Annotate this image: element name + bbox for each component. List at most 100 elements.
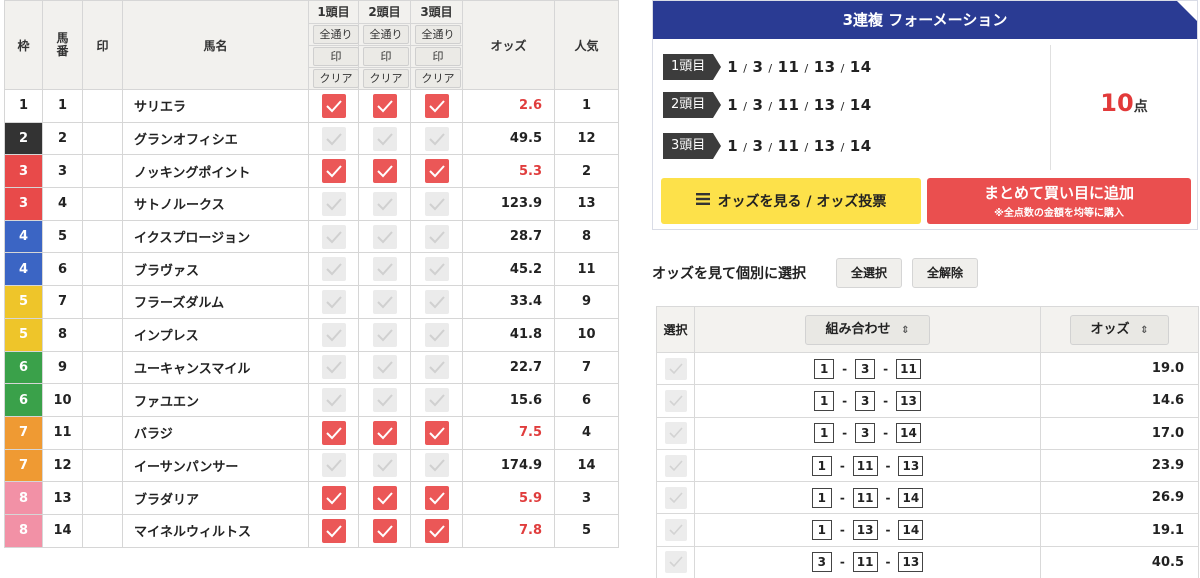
mark-cell[interactable] <box>82 252 123 287</box>
mark-cell[interactable] <box>82 383 123 417</box>
col2-clear-button[interactable]: クリア <box>363 69 409 88</box>
formation-separator: / <box>840 141 845 154</box>
combo-num-2: 13 <box>852 520 878 541</box>
pick-checkbox-1[interactable] <box>321 93 346 118</box>
pick-checkbox-2[interactable] <box>372 159 397 184</box>
header-name: 馬名 <box>122 0 309 90</box>
col2-mark-button[interactable]: 印 <box>363 47 409 66</box>
col1-clear-button[interactable]: クリア <box>313 69 359 88</box>
pick-checkbox-3[interactable] <box>424 126 449 151</box>
pick-checkbox-1[interactable] <box>321 126 346 151</box>
combination-cell: 1-11-13 <box>694 448 1041 483</box>
pick-checkbox-1[interactable] <box>321 224 346 249</box>
pick-checkbox-3[interactable] <box>424 191 449 216</box>
pick-checkbox-3[interactable] <box>424 322 449 347</box>
pick-checkbox-2[interactable] <box>372 486 397 511</box>
checkbox-cell <box>308 187 359 221</box>
header-col3-clear-cell: クリア <box>410 67 463 90</box>
col3-clear-button[interactable]: クリア <box>415 69 461 88</box>
pick-checkbox-2[interactable] <box>372 191 397 216</box>
mark-cell[interactable] <box>82 121 123 156</box>
mark-cell[interactable] <box>82 415 123 450</box>
combo-checkbox[interactable] <box>664 422 687 445</box>
pick-checkbox-2[interactable] <box>372 257 397 282</box>
add-to-cart-button[interactable]: まとめて買い目に追加 ※全点数の金額を均等に購入 <box>927 178 1191 224</box>
pick-checkbox-2[interactable] <box>372 453 397 478</box>
view-odds-button[interactable]: オッズを見る / オッズ投票 <box>661 178 921 224</box>
mark-cell[interactable] <box>82 219 123 254</box>
horse-name: マイネルウィルトス <box>122 513 309 548</box>
header-odds: オッズ <box>462 0 555 90</box>
combo-checkbox[interactable] <box>664 357 687 380</box>
pick-checkbox-3[interactable] <box>424 486 449 511</box>
mark-cell[interactable] <box>82 154 123 189</box>
formation-separator: / <box>768 62 773 75</box>
combo-dash: - <box>842 393 848 408</box>
pick-checkbox-3[interactable] <box>424 453 449 478</box>
col2-all-button[interactable]: 全通り <box>363 25 409 44</box>
col3-mark-button[interactable]: 印 <box>415 47 461 66</box>
pick-checkbox-3[interactable] <box>424 224 449 249</box>
combo-checkbox[interactable] <box>664 486 687 509</box>
mark-cell[interactable] <box>82 513 123 548</box>
combo-checkbox[interactable] <box>664 389 687 412</box>
pick-checkbox-1[interactable] <box>321 159 346 184</box>
horse-name: サリエラ <box>122 89 309 123</box>
mark-cell[interactable] <box>82 448 123 483</box>
mark-cell[interactable] <box>82 481 123 515</box>
pick-checkbox-1[interactable] <box>321 518 346 543</box>
pick-checkbox-3[interactable] <box>424 518 449 543</box>
formation-row-1-nums: 1 / 3 / 11 / 13 / 14 <box>727 58 871 76</box>
pick-checkbox-2[interactable] <box>372 289 397 314</box>
combo-checkbox[interactable] <box>664 454 687 477</box>
col1-all-button[interactable]: 全通り <box>313 25 359 44</box>
pick-checkbox-1[interactable] <box>321 355 346 380</box>
col1-mark-button[interactable]: 印 <box>313 47 359 66</box>
pick-checkbox-1[interactable] <box>321 453 346 478</box>
formation-row-3-label: 3頭目 <box>663 133 722 159</box>
pick-checkbox-3[interactable] <box>424 388 449 413</box>
pick-checkbox-2[interactable] <box>372 518 397 543</box>
mark-cell[interactable] <box>82 350 123 385</box>
pick-checkbox-1[interactable] <box>321 257 346 282</box>
pick-checkbox-3[interactable] <box>424 289 449 314</box>
pick-checkbox-1[interactable] <box>321 322 346 347</box>
combo-dash: - <box>885 490 891 505</box>
pick-checkbox-3[interactable] <box>424 257 449 282</box>
pick-checkbox-2[interactable] <box>372 420 397 445</box>
mark-cell[interactable] <box>82 285 123 319</box>
pick-checkbox-1[interactable] <box>321 289 346 314</box>
mark-cell[interactable] <box>82 317 123 352</box>
pick-checkbox-1[interactable] <box>321 486 346 511</box>
checkbox-cell <box>358 350 411 385</box>
pick-checkbox-2[interactable] <box>372 126 397 151</box>
select-cell <box>656 351 695 386</box>
pick-checkbox-1[interactable] <box>321 191 346 216</box>
combo-dash: - <box>842 361 848 376</box>
col3-all-button[interactable]: 全通り <box>415 25 461 44</box>
pick-checkbox-3[interactable] <box>424 159 449 184</box>
pick-checkbox-2[interactable] <box>372 224 397 249</box>
pick-checkbox-3[interactable] <box>424 93 449 118</box>
pick-checkbox-2[interactable] <box>372 322 397 347</box>
pick-checkbox-3[interactable] <box>424 355 449 380</box>
pick-checkbox-3[interactable] <box>424 420 449 445</box>
sort-odds-button[interactable]: オッズ ⇕ <box>1069 314 1170 345</box>
combo-checkbox[interactable] <box>664 519 687 542</box>
select-all-button[interactable]: 全選択 <box>836 258 903 288</box>
pick-checkbox-1[interactable] <box>321 388 346 413</box>
formation-number: 13 <box>813 58 836 76</box>
deselect-all-button[interactable]: 全解除 <box>912 258 979 288</box>
pick-checkbox-2[interactable] <box>372 355 397 380</box>
formation-separator: / <box>743 62 748 75</box>
pick-checkbox-2[interactable] <box>372 388 397 413</box>
pick-checkbox-2[interactable] <box>372 93 397 118</box>
formation-number: 1 <box>727 137 739 155</box>
sort-combination-button[interactable]: 組み合わせ ⇕ <box>804 314 931 345</box>
mark-cell[interactable] <box>82 187 123 221</box>
pick-checkbox-1[interactable] <box>321 420 346 445</box>
checkbox-cell <box>410 154 463 189</box>
combo-checkbox[interactable] <box>664 551 687 574</box>
formation-panel: 3連複 フォーメーション 1頭目 1/3/11/13/14 2頭目 1/3/11… <box>652 0 1198 230</box>
mark-cell[interactable] <box>82 89 123 123</box>
